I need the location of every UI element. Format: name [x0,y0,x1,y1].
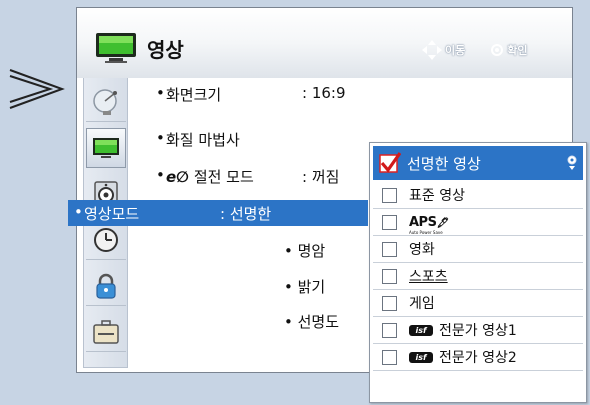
sidebar-item-picture[interactable] [86,128,126,168]
menu-item-label: 화질 마법사 [166,131,240,149]
checkbox[interactable] [382,241,397,257]
option-label: 게임 [409,296,435,312]
menu-item-sharpness[interactable]: • 선명도 [284,311,339,332]
menu-item-brightness[interactable]: • 밝기 [284,276,325,297]
tv-icon [93,138,119,158]
clock-icon [94,227,118,252]
nav-hint: 이동 확인 [421,39,528,61]
dropdown-option-cinema[interactable]: 영화 [373,236,583,263]
checkbox[interactable] [382,349,397,365]
isf-badge-icon: isf [409,351,433,363]
checkbox[interactable] [382,214,397,230]
move-hint-label: 이동 [445,44,466,57]
menu-item-contrast[interactable]: • 명암 [284,240,325,261]
dropdown-option-expert2[interactable]: isf 전문가 영상2 [373,344,583,371]
checkbox[interactable] [382,322,397,338]
checkbox[interactable] [382,187,397,203]
menu-item-picture-mode[interactable]: • 영상모드 : 선명한 [68,200,368,226]
scroll-indicator-icon [567,155,577,170]
option-label: 전문가 영상2 [439,350,517,366]
sidebar-item-channel[interactable] [86,82,126,122]
menu-item-label: 영상모드 [84,205,140,223]
lock-icon [96,273,116,299]
option-label: 전문가 영상1 [439,323,517,339]
menu-item-label: 화면크기 [166,86,222,104]
satellite-dish-icon [93,88,117,115]
tv-icon [96,33,136,63]
ok-hint-label: 확인 [507,44,528,57]
dropdown-option-game[interactable]: 게임 [373,290,583,317]
sidebar-item-time[interactable] [86,220,126,260]
aps-logo: APS🖋 Auto Power Save [409,214,449,235]
checkbox[interactable] [382,295,397,311]
isf-badge-icon: isf [409,324,433,336]
menu-item-value: : 16:9 [302,84,346,102]
dropdown-option-expert1[interactable]: isf 전문가 영상1 [373,317,583,344]
eco-icon: e∅ [166,168,190,186]
dropdown-selected-label: 선명한 영상 [407,154,481,173]
option-label: 스포츠 [409,269,448,285]
dropdown-option-sports[interactable]: 스포츠 [373,263,583,290]
ok-icon [491,44,504,56]
option-label: 표준 영상 [409,188,465,204]
menu-item-aspect-ratio[interactable]: • 화면크기 : 16:9 [156,84,456,110]
dropdown-selected-item[interactable]: 선명한 영상 [373,146,583,180]
dropdown-option-standard[interactable]: 표준 영상 [373,182,583,209]
check-icon [379,152,401,173]
page-title: 영상 [147,38,184,62]
sidebar-item-lock[interactable] [86,266,126,306]
menu-item-value: : 꺼짐 [302,168,340,186]
pointer-arrow-icon [9,69,65,109]
menu-header: 영상 이동 확인 [77,8,572,78]
menu-item-label: 절전 모드 [193,168,254,186]
toolbox-icon [93,319,119,344]
menu-item-value: : 선명한 [220,205,272,223]
dropdown-option-aps[interactable]: APS🖋 Auto Power Save [373,209,583,236]
picture-mode-dropdown: 선명한 영상 표준 영상 APS🖋 Auto Power Save 영화 스포츠 … [369,142,587,403]
sidebar-item-options[interactable] [86,312,126,352]
option-label: 영화 [409,242,435,258]
checkbox[interactable] [382,268,397,284]
direction-pad-icon [422,40,442,60]
